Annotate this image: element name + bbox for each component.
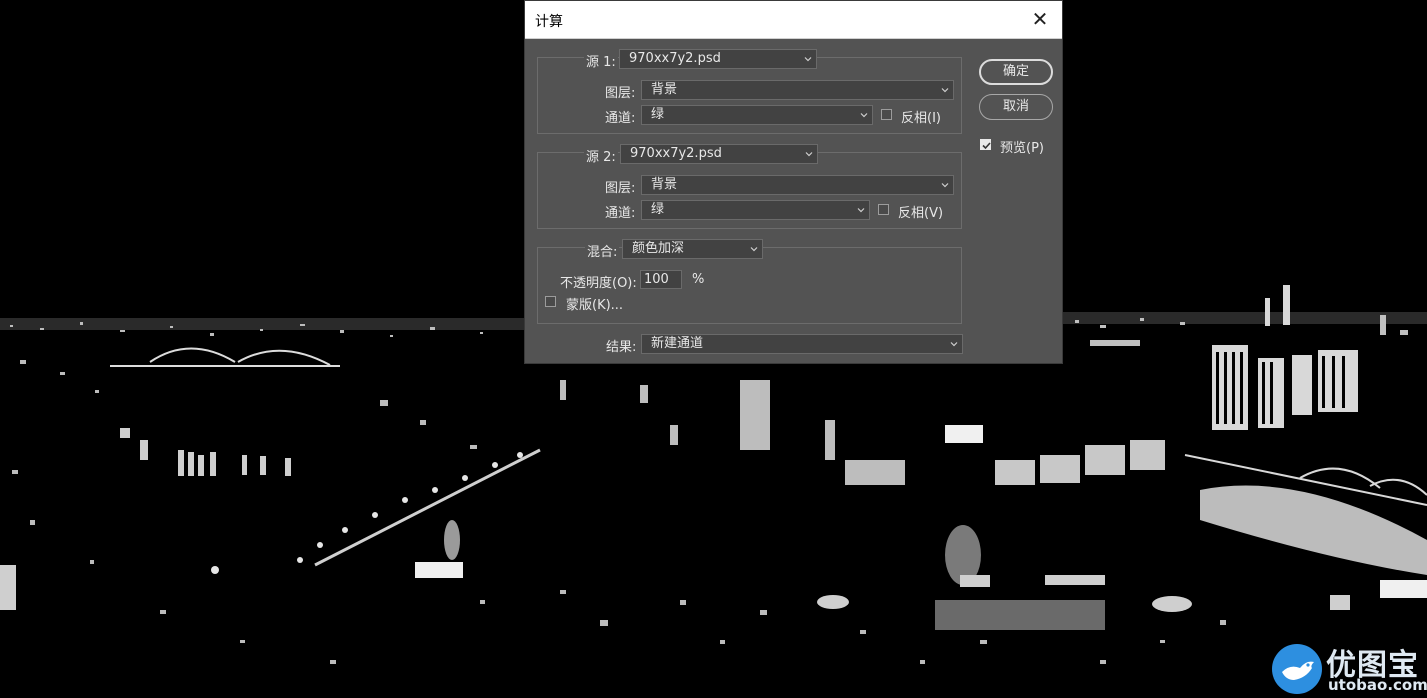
watermark: 优图宝 utobao.com (1270, 638, 1427, 698)
source2-file-value: 970xx7y2.psd (630, 146, 722, 161)
source2-layer-value: 背景 (651, 177, 678, 192)
mask-label[interactable]: 蒙版(K)... (566, 294, 623, 313)
opacity-input[interactable]: 100 (640, 270, 682, 289)
source1-channel-value: 绿 (651, 107, 665, 122)
cancel-button[interactable]: 取消 (979, 94, 1053, 120)
source2-invert-label[interactable]: 反相(V) (898, 202, 943, 221)
chevron-down-icon (750, 247, 758, 252)
chevron-down-icon (860, 113, 868, 118)
source2-layer-select[interactable]: 背景 (641, 175, 954, 195)
ok-button[interactable]: 确定 (979, 59, 1053, 85)
source1-channel-label: 通道: (605, 111, 636, 126)
source2-label: 源 2: (584, 146, 618, 165)
source1-file-value: 970xx7y2.psd (629, 51, 721, 66)
calculations-dialog: 计算 ✕ 源 1: 970xx7y2.psd 图层: 背景 通道: 绿 反相(I… (524, 0, 1063, 364)
preview-checkbox[interactable] (980, 139, 991, 150)
opacity-unit: % (692, 272, 705, 287)
chevron-down-icon (804, 57, 812, 62)
chevron-down-icon (941, 88, 949, 93)
chevron-down-icon (857, 208, 865, 213)
close-icon[interactable]: ✕ (1028, 7, 1052, 31)
source1-invert-checkbox[interactable] (881, 109, 892, 120)
source2-channel-select[interactable]: 绿 (641, 200, 870, 220)
checkmark-icon (982, 142, 991, 150)
source2-channel-value: 绿 (651, 202, 665, 217)
result-label: 结果: (606, 340, 637, 355)
chevron-down-icon (805, 152, 813, 157)
source2-channel-label: 通道: (605, 206, 636, 221)
opacity-label: 不透明度(O): (560, 276, 637, 291)
bird-logo-icon (1272, 644, 1322, 694)
source1-channel-select[interactable]: 绿 (641, 105, 873, 125)
chevron-down-icon (941, 183, 949, 188)
source2-invert-checkbox[interactable] (878, 204, 889, 215)
source1-layer-select[interactable]: 背景 (641, 80, 954, 100)
source2-file-select[interactable]: 970xx7y2.psd (620, 144, 818, 164)
blend-mode-select[interactable]: 颜色加深 (622, 239, 763, 259)
blend-label: 混合: (585, 241, 620, 260)
source1-layer-label: 图层: (605, 86, 636, 101)
blend-mode-value: 颜色加深 (632, 241, 685, 256)
source1-label: 源 1: (584, 51, 618, 70)
source1-file-select[interactable]: 970xx7y2.psd (619, 49, 817, 69)
mask-checkbox[interactable] (545, 296, 556, 307)
watermark-brand-en: utobao.com (1328, 676, 1427, 694)
source1-layer-value: 背景 (651, 82, 678, 97)
source2-layer-label: 图层: (605, 181, 636, 196)
source1-invert-label[interactable]: 反相(I) (901, 107, 941, 126)
dialog-titlebar[interactable]: 计算 ✕ (525, 1, 1062, 39)
dialog-title: 计算 (535, 14, 563, 30)
chevron-down-icon (950, 342, 958, 347)
result-select[interactable]: 新建通道 (641, 334, 963, 354)
preview-label[interactable]: 预览(P) (1000, 137, 1044, 156)
result-value: 新建通道 (651, 336, 704, 351)
